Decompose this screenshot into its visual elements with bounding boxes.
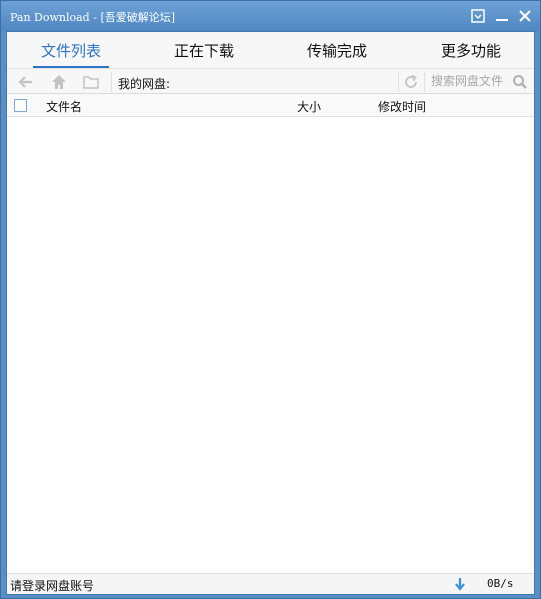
tab-more-features[interactable]: 更多功能	[431, 32, 511, 68]
column-header-modified[interactable]: 修改时间	[378, 98, 426, 115]
select-all-checkbox[interactable]	[14, 99, 27, 112]
file-list[interactable]	[7, 117, 534, 573]
minimize-icon[interactable]	[494, 8, 510, 24]
window-menu-icon[interactable]	[470, 8, 486, 24]
column-header-size[interactable]: 大小	[297, 98, 321, 115]
app-window: Pan Download - [吾爱破解论坛] 文件列表 正在下载 传输完成 更…	[0, 0, 541, 599]
column-header-name[interactable]: 文件名	[46, 98, 82, 115]
folder-icon[interactable]	[82, 73, 100, 91]
toolbar-divider	[398, 72, 399, 92]
login-status-text: 请登录网盘账号	[10, 579, 95, 593]
tab-file-list[interactable]: 文件列表	[33, 32, 109, 68]
refresh-icon[interactable]	[402, 73, 420, 91]
toolbar: 我的网盘:	[7, 68, 534, 94]
download-arrow-icon	[454, 577, 466, 591]
status-bar: 请登录网盘账号 0B/s	[7, 573, 534, 594]
search-input[interactable]	[427, 70, 507, 92]
title-bar[interactable]: Pan Download - [吾爱破解论坛]	[1, 1, 540, 31]
client-area: 文件列表 正在下载 传输完成 更多功能 我的网盘: 搜索网盘文件 文件名 大小 …	[6, 31, 535, 595]
home-icon[interactable]	[50, 73, 68, 91]
file-list-header: 文件名 大小 修改时间	[7, 94, 534, 117]
tab-bar: 文件列表 正在下载 传输完成 更多功能	[7, 32, 534, 68]
download-speed: 0B/s	[487, 577, 514, 590]
current-path-label: 我的网盘:	[118, 77, 171, 91]
back-arrow-icon[interactable]	[17, 73, 35, 91]
search-icon[interactable]	[511, 73, 529, 91]
toolbar-divider	[111, 72, 112, 92]
tab-downloading[interactable]: 正在下载	[164, 32, 244, 68]
toolbar-divider	[424, 72, 425, 92]
tab-completed[interactable]: 传输完成	[297, 32, 377, 68]
window-title: Pan Download - [吾爱破解论坛]	[10, 11, 176, 24]
close-icon[interactable]	[517, 8, 533, 24]
